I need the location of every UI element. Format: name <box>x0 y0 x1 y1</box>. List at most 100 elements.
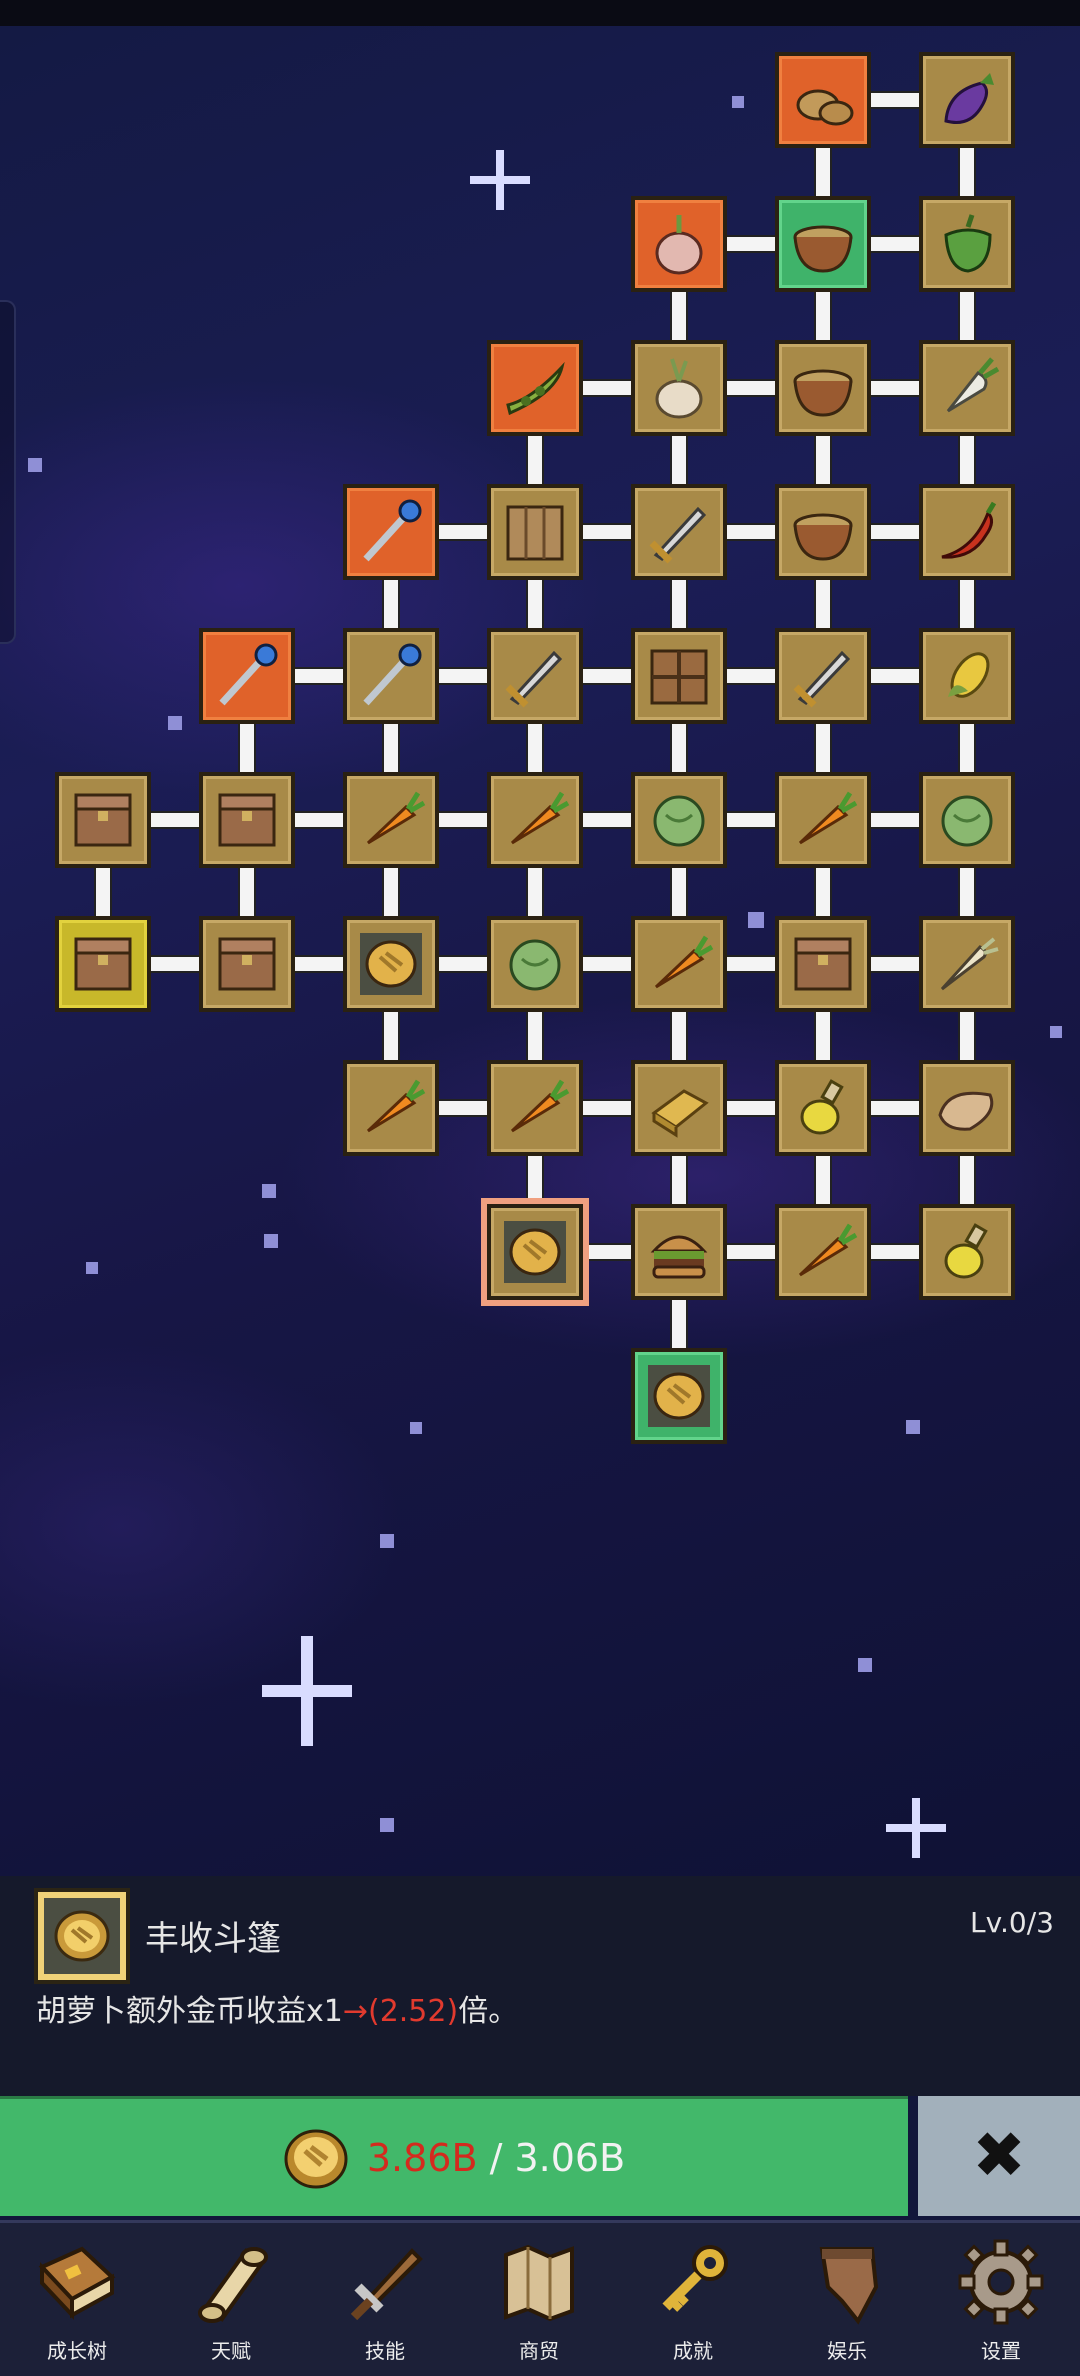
tree-node-potion[interactable] <box>775 1060 871 1156</box>
upgrade-button[interactable]: 3.86B / 3.06B <box>0 2096 908 2216</box>
coin-icon <box>504 1221 566 1283</box>
nav-item-talent[interactable]: 天赋 <box>154 2223 308 2376</box>
tree-connector <box>958 720 976 776</box>
tree-node-carrot-up-5[interactable] <box>343 1060 439 1156</box>
tree-node-parsnip[interactable] <box>919 916 1015 1012</box>
tree-node-carrot-up-3[interactable] <box>775 772 871 868</box>
tree-connector <box>670 720 688 776</box>
tree-connector <box>435 523 491 541</box>
tree-connector <box>670 864 688 920</box>
nav-item-skills[interactable]: 技能 <box>308 2223 462 2376</box>
tree-node-carrot-up-2[interactable] <box>487 772 583 868</box>
tree-connector <box>147 955 203 973</box>
tree-node-burger[interactable] <box>631 1204 727 1300</box>
growth-tree <box>0 0 1080 1876</box>
tree-node-chest-red[interactable] <box>55 772 151 868</box>
tree-node-crate[interactable] <box>631 628 727 724</box>
tree-node-cabbage-3[interactable] <box>487 916 583 1012</box>
tree-node-bread[interactable] <box>919 1060 1015 1156</box>
tree-node-ruby-staff[interactable] <box>199 628 295 724</box>
tree-connector <box>958 144 976 200</box>
tree-node-corn[interactable] <box>919 628 1015 724</box>
tree-node-short-sword[interactable] <box>775 628 871 724</box>
coin-icon <box>360 933 422 995</box>
tree-node-oil-bottle[interactable] <box>919 1204 1015 1300</box>
tree-node-peapod[interactable] <box>487 340 583 436</box>
tree-node-green-staff[interactable] <box>343 628 439 724</box>
tree-node-bowl-3[interactable] <box>775 484 871 580</box>
tree-connector <box>579 523 635 541</box>
tree-node-bowl-1[interactable] <box>775 196 871 292</box>
tree-node-potato[interactable] <box>775 52 871 148</box>
tree-node-chest-gold[interactable] <box>55 916 151 1012</box>
tree-connector <box>814 864 832 920</box>
nav-item-settings[interactable]: 设置 <box>924 2223 1078 2376</box>
nav-item-achievements[interactable]: 成就 <box>616 2223 770 2376</box>
parsnip-icon <box>940 937 999 991</box>
tree-node-cabbage-2[interactable] <box>919 772 1015 868</box>
tree-node-coin-purple[interactable] <box>631 1348 727 1444</box>
chest-icon <box>74 937 132 991</box>
nav-item-growth-tree[interactable]: 成长树 <box>0 2223 154 2376</box>
tree-connector <box>435 955 491 973</box>
tree-node-gold-bar[interactable] <box>631 1060 727 1156</box>
tree-connector <box>723 379 779 397</box>
tree-node-pepper[interactable] <box>919 196 1015 292</box>
tree-node-blue-staff[interactable] <box>343 484 439 580</box>
close-button[interactable]: ✖ <box>918 2096 1080 2216</box>
tree-node-bowl-2[interactable] <box>775 340 871 436</box>
tree-connector <box>526 432 544 488</box>
tree-connector <box>670 1296 688 1352</box>
tree-connector <box>579 955 635 973</box>
carrot-icon <box>798 1223 858 1277</box>
book-icon <box>38 2246 116 2321</box>
tree-node-chest-wood[interactable] <box>199 772 295 868</box>
tree-connector <box>670 1008 688 1064</box>
tree-node-cabbage-1[interactable] <box>631 772 727 868</box>
tree-connector <box>867 379 923 397</box>
tree-node-chili[interactable] <box>919 484 1015 580</box>
potion-icon <box>944 1223 988 1279</box>
tree-node-iron-sword[interactable] <box>487 628 583 724</box>
tree-node-coin-selected[interactable] <box>481 1198 589 1306</box>
tree-connector <box>814 576 832 632</box>
tree-node-carrot-up-4[interactable] <box>631 916 727 1012</box>
tree-connector <box>670 576 688 632</box>
tree-node-carrot-up-6[interactable] <box>487 1060 583 1156</box>
tree-connector <box>723 523 779 541</box>
tree-connector <box>867 523 923 541</box>
banner-icon <box>819 2247 879 2325</box>
current-gold: 3.86B <box>366 2135 478 2180</box>
tree-connector <box>670 288 688 344</box>
tree-connector <box>435 1099 491 1117</box>
desc-suffix: 倍。 <box>458 1994 519 2029</box>
required-gold: 3.06B <box>514 2135 626 2180</box>
nav-item-trade[interactable]: 商贸 <box>462 2223 616 2376</box>
tree-node-onion[interactable] <box>631 196 727 292</box>
desc-prefix: 胡萝卜额外金币收益x1 <box>36 1994 343 2029</box>
carrot-icon <box>510 791 570 845</box>
tree-connector <box>958 576 976 632</box>
tree-node-gold-sword[interactable] <box>631 484 727 580</box>
item-description: 胡萝卜额外金币收益x1→(2.52)倍。 <box>36 1986 518 2030</box>
tree-node-coin-green[interactable] <box>343 916 439 1012</box>
tree-connector <box>723 1099 779 1117</box>
selected-item-icon <box>34 1888 130 1984</box>
tree-node-radish[interactable] <box>919 340 1015 436</box>
tree-node-carrot-up-1[interactable] <box>343 772 439 868</box>
cost-separator: / <box>477 2135 515 2180</box>
tree-connector <box>867 235 923 253</box>
tree-node-board[interactable] <box>487 484 583 580</box>
tree-connector <box>291 811 347 829</box>
tree-connector <box>723 955 779 973</box>
tree-node-chest-wood-2[interactable] <box>199 916 295 1012</box>
tree-node-open-chest[interactable] <box>775 916 871 1012</box>
tree-node-garlic[interactable] <box>631 340 727 436</box>
carrot-icon <box>366 1079 426 1133</box>
nav-item-entertainment[interactable]: 娱乐 <box>770 2223 924 2376</box>
tree-node-eggplant[interactable] <box>919 52 1015 148</box>
tree-node-carrot-crate[interactable] <box>775 1204 871 1300</box>
tree-connector <box>867 811 923 829</box>
tree-connector <box>94 864 112 920</box>
carrot-icon <box>654 935 714 989</box>
